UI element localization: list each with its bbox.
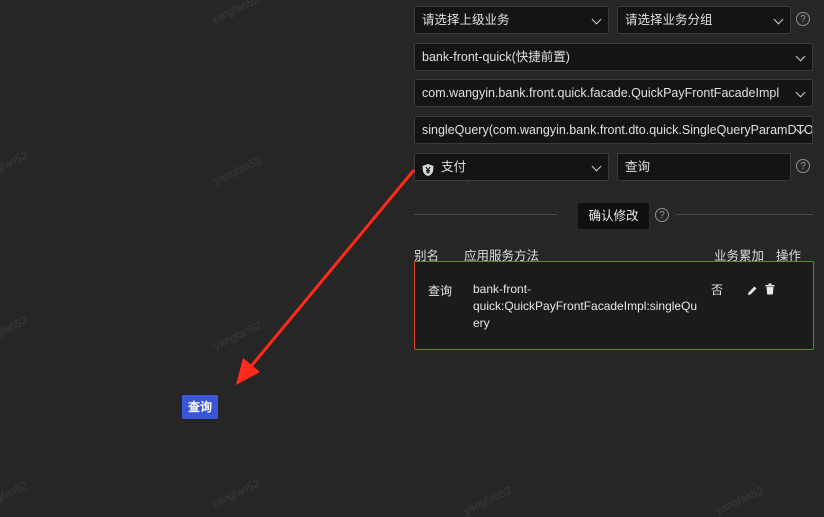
- arrow-shaft: [246, 169, 416, 371]
- annotation-arrow: [236, 169, 416, 385]
